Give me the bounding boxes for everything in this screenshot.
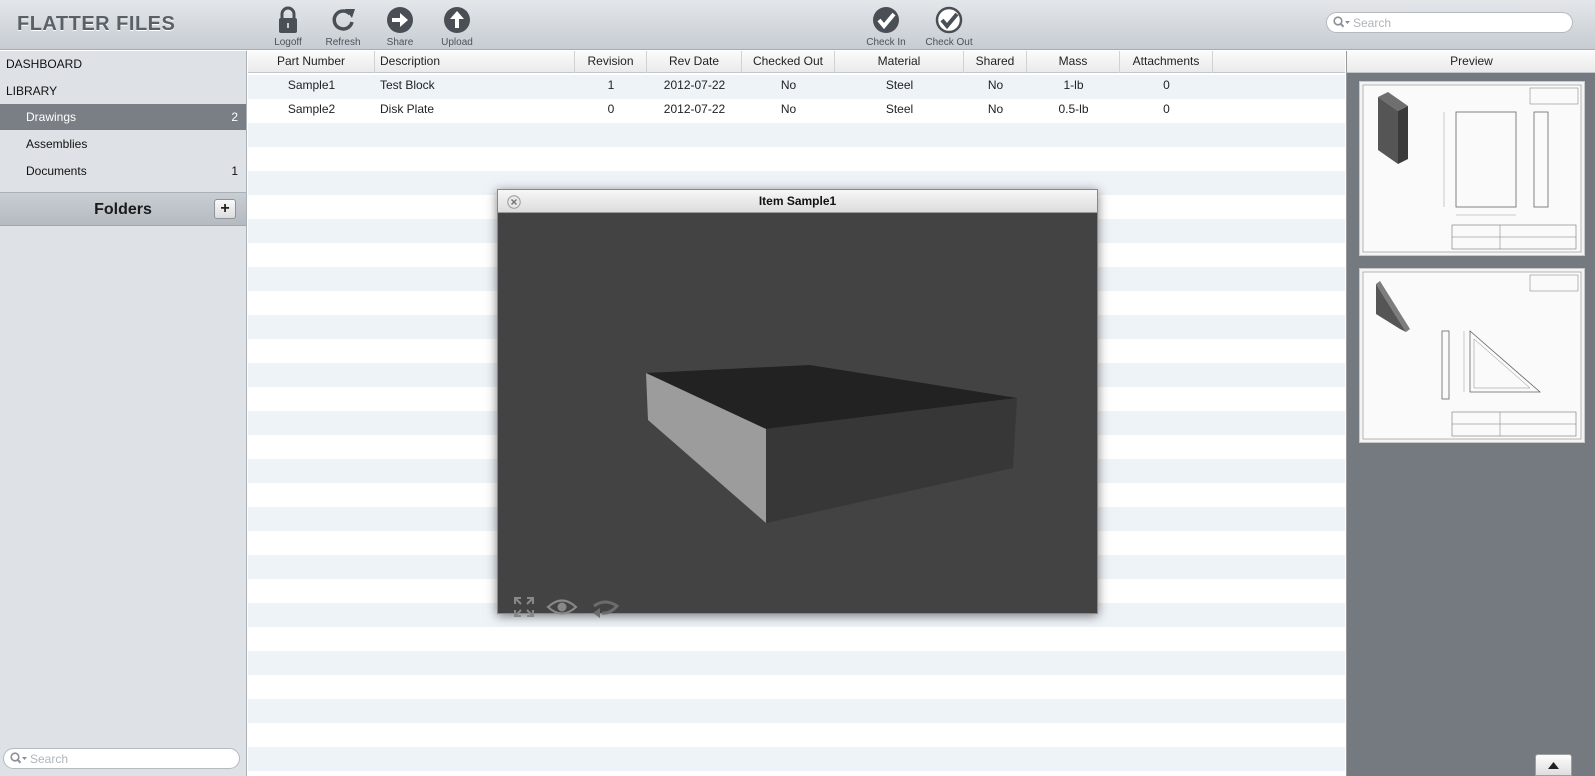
check-out-button[interactable]: Check Out: [923, 5, 975, 48]
cell-attachments: 0: [1163, 78, 1170, 92]
check-out-icon: [935, 6, 963, 34]
drawing-thumbnail[interactable]: [1359, 268, 1585, 443]
column-header-rev-date[interactable]: Rev Date: [647, 51, 742, 73]
sidebar-item-assemblies[interactable]: Assemblies: [0, 131, 246, 157]
cell-description: Test Block: [380, 78, 435, 92]
column-header-description[interactable]: Description: [375, 51, 575, 73]
column-header-attachments[interactable]: Attachments: [1120, 51, 1213, 73]
logoff-label: Logoff: [274, 37, 302, 48]
3d-block-model: [646, 365, 1017, 523]
cell-part-number: Sample2: [287, 102, 336, 116]
check-in-button[interactable]: Check In: [860, 5, 912, 48]
sidebar-library[interactable]: LIBRARY: [6, 84, 57, 98]
drawing-sheet-image: [1362, 271, 1582, 440]
sidebar-item-label: Assemblies: [26, 137, 88, 151]
eye-icon[interactable]: [546, 596, 578, 618]
check-in-icon: [873, 7, 899, 33]
column-header-revision[interactable]: Revision: [575, 51, 647, 73]
item-viewer-dialog: Item Sample1: [497, 189, 1098, 618]
upload-label: Upload: [441, 37, 473, 48]
cell-checked-out: No: [780, 78, 797, 92]
sidebar-search-input[interactable]: [30, 750, 230, 767]
close-icon[interactable]: [507, 195, 521, 209]
sidebar-item-drawings[interactable]: Drawings 2: [0, 104, 246, 130]
table-row[interactable]: Sample1 Test Block 1 2012-07-22 No Steel…: [248, 73, 1345, 97]
rotate-icon[interactable]: [590, 596, 620, 618]
check-out-label: Check Out: [925, 37, 973, 48]
refresh-button[interactable]: Refresh: [317, 5, 369, 48]
scroll-top-button[interactable]: [1535, 754, 1572, 776]
drawing-sheet-image: [1362, 84, 1582, 253]
column-header-material[interactable]: Material: [835, 51, 964, 73]
table-row[interactable]: Sample2 Disk Plate 0 2012-07-22 No Steel…: [248, 97, 1345, 121]
column-header-checked-out[interactable]: Checked Out: [742, 51, 835, 73]
share-label: Share: [386, 37, 414, 48]
cell-description: Disk Plate: [380, 102, 435, 116]
search-icon[interactable]: [1333, 16, 1351, 29]
toolbar: FLATTER FILES Logoff Refresh Share Uploa…: [0, 0, 1595, 50]
refresh-label: Refresh: [325, 37, 361, 48]
upload-button[interactable]: Upload: [431, 5, 483, 48]
fullscreen-icon[interactable]: [513, 596, 535, 618]
viewer-3d-canvas[interactable]: [498, 214, 1097, 618]
check-in-label: Check In: [866, 37, 906, 48]
cell-revision: 0: [607, 102, 615, 116]
column-header-shared[interactable]: Shared: [964, 51, 1027, 73]
triangle-up-icon: [1548, 762, 1559, 769]
lock-icon: [279, 6, 297, 33]
cell-mass: 1-lb: [1063, 78, 1084, 92]
sidebar-item-count: 1: [231, 164, 238, 178]
search-icon[interactable]: [10, 752, 28, 765]
sidebar-item-label: Documents: [26, 164, 87, 178]
top-search-input[interactable]: [1353, 14, 1563, 31]
cell-checked-out: No: [780, 102, 797, 116]
sidebar-dashboard[interactable]: DASHBOARD: [6, 57, 82, 71]
app-title: FLATTER FILES: [17, 13, 176, 35]
cell-material: Steel: [885, 102, 914, 116]
preview-panel: Preview: [1346, 51, 1595, 776]
column-header-mass[interactable]: Mass: [1027, 51, 1120, 73]
cell-shared: No: [987, 78, 1004, 92]
column-header-part-number[interactable]: Part Number: [248, 51, 375, 73]
share-arrow-icon: [387, 7, 413, 33]
sidebar-search-box: [3, 748, 240, 769]
upload-icon: [444, 7, 470, 33]
sidebar-item-label: Drawings: [26, 110, 77, 124]
cell-revision: 1: [607, 78, 615, 92]
cell-mass: 0.5-lb: [1058, 102, 1089, 116]
refresh-icon: [332, 9, 355, 31]
top-search-box: [1326, 12, 1573, 33]
folders-title: Folders: [94, 201, 152, 218]
add-folder-button[interactable]: +: [214, 199, 236, 219]
sidebar: DASHBOARD LIBRARY Drawings 2 Assemblies …: [0, 51, 247, 776]
sidebar-item-count: 2: [231, 110, 238, 124]
share-button[interactable]: Share: [374, 5, 426, 48]
cell-rev-date: 2012-07-22: [663, 78, 726, 92]
logoff-button[interactable]: Logoff: [262, 5, 314, 48]
cell-part-number: Sample1: [287, 78, 336, 92]
cell-rev-date: 2012-07-22: [663, 102, 726, 116]
viewer-title: Item Sample1: [498, 190, 1097, 213]
cell-material: Steel: [885, 78, 914, 92]
cell-attachments: 0: [1163, 102, 1170, 116]
preview-title: Preview: [1347, 51, 1595, 73]
cell-shared: No: [987, 102, 1004, 116]
drawing-thumbnail[interactable]: [1359, 81, 1585, 256]
folders-header: Folders +: [0, 192, 246, 226]
sidebar-item-documents[interactable]: Documents 1: [0, 158, 246, 184]
table-header: Part Number Description Revision Rev Dat…: [248, 51, 1345, 73]
